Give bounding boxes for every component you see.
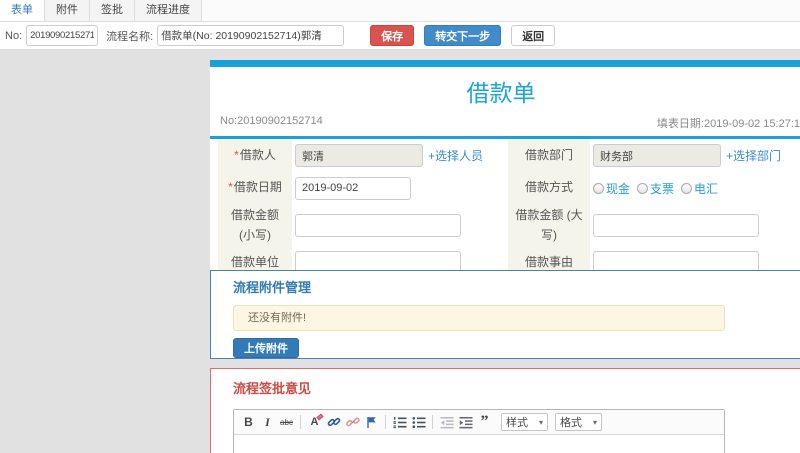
toolbar-separator xyxy=(300,415,301,429)
toolbar-separator xyxy=(432,415,433,429)
anchor-icon[interactable] xyxy=(364,414,379,430)
amount-lower-label: 借款金额 (小写) xyxy=(218,204,292,247)
bold-icon[interactable]: B xyxy=(241,414,256,430)
tab-attachments[interactable]: 附件 xyxy=(45,0,90,21)
content-area: 借款单 No:20190902152714 填表日期:2019-09-02 15… xyxy=(0,50,800,453)
form-no-text: No:20190902152714 xyxy=(220,115,323,127)
unlink-icon[interactable] xyxy=(345,414,360,430)
upload-attachment-button[interactable]: 上传附件 xyxy=(233,338,299,358)
bulleted-list-icon[interactable] xyxy=(411,414,426,430)
department-label: 借款部门 xyxy=(508,139,590,172)
borrower-input[interactable] xyxy=(295,144,423,167)
indent-icon[interactable] xyxy=(458,414,473,430)
form-title: 借款单 xyxy=(466,80,536,106)
editor-content[interactable] xyxy=(234,435,724,453)
loan-date-label: *借款日期 xyxy=(218,172,292,204)
loan-date-input[interactable] xyxy=(295,176,411,200)
numbered-list-icon[interactable] xyxy=(392,414,407,430)
outdent-icon[interactable] xyxy=(439,414,454,430)
tab-form[interactable]: 表单 xyxy=(0,0,45,21)
approval-title: 流程签批意见 xyxy=(233,381,312,396)
chevron-down-icon: ▾ xyxy=(538,417,543,427)
save-button[interactable]: 保存 xyxy=(370,25,415,46)
blockquote-icon[interactable]: ” xyxy=(477,414,492,430)
select-person-link[interactable]: +选择人员 xyxy=(428,147,483,164)
required-mark: * xyxy=(228,180,233,195)
remove-format-icon[interactable]: A xyxy=(307,413,324,430)
department-input[interactable] xyxy=(593,144,721,167)
loan-form-panel: 借款单 No:20190902152714 填表日期:2019-09-02 15… xyxy=(210,60,800,281)
loan-form-table: *借款人 +选择人员 借款部门 +选择部门 *借款日期 借款 xyxy=(218,139,800,278)
amount-lower-input[interactable] xyxy=(295,214,461,237)
next-step-button[interactable]: 转交下一步 xyxy=(424,25,502,46)
no-input[interactable] xyxy=(26,25,99,46)
italic-icon[interactable]: I xyxy=(260,414,275,430)
attachments-panel: 流程附件管理 还没有附件! 上传附件 xyxy=(210,270,800,359)
process-name-input[interactable] xyxy=(157,25,345,46)
no-label: No: xyxy=(5,29,23,42)
back-button[interactable]: 返回 xyxy=(511,25,556,46)
editor-toolbar: B I abc A ” 样式 ▾ 格式 ▾ xyxy=(234,410,724,435)
process-name-label: 流程名称: xyxy=(106,30,154,43)
no-attachments-alert: 还没有附件! xyxy=(233,305,725,331)
select-department-link[interactable]: +选择部门 xyxy=(726,147,781,164)
borrower-label: *借款人 xyxy=(218,139,292,172)
style-dropdown[interactable]: 样式 ▾ xyxy=(501,413,548,431)
radio-circle-icon[interactable] xyxy=(637,182,649,194)
link-icon[interactable] xyxy=(326,414,341,430)
form-meta-row: No:20190902152714 填表日期:2019-09-02 15:27:… xyxy=(210,115,800,136)
tab-progress[interactable]: 流程进度 xyxy=(135,0,202,21)
format-dropdown[interactable]: 格式 ▾ xyxy=(555,413,602,431)
approval-panel: 流程签批意见 B I abc A ” 样式 ▾ 格式 ▾ xyxy=(210,368,800,453)
amount-upper-label: 借款金额 (大写) xyxy=(508,204,590,247)
loan-method-radios: 现金 支票 电汇 xyxy=(593,180,718,197)
radio-cash[interactable]: 现金 xyxy=(593,180,630,197)
amount-upper-input[interactable] xyxy=(593,214,759,237)
panel-top-strip xyxy=(210,60,800,67)
loan-form-page: 表单 附件 签批 流程进度 No: 流程名称: 保存 转交下一步 返回 借款单 … xyxy=(0,0,800,453)
tab-approval[interactable]: 签批 xyxy=(90,0,135,21)
action-toolbar: No: 流程名称: 保存 转交下一步 返回 xyxy=(0,22,800,50)
form-date-text: 填表日期:2019-09-02 15:27:1 xyxy=(656,118,800,130)
attachments-title: 流程附件管理 xyxy=(233,280,312,295)
radio-wire[interactable]: 电汇 xyxy=(681,180,718,197)
radio-circle-icon[interactable] xyxy=(593,182,604,194)
radio-circle-icon[interactable] xyxy=(681,182,693,194)
tab-bar: 表单 附件 签批 流程进度 xyxy=(0,0,800,22)
radio-cheque[interactable]: 支票 xyxy=(637,180,674,197)
format-dropdown-label: 格式 xyxy=(560,417,582,429)
required-mark: * xyxy=(234,147,239,162)
chevron-down-icon: ▾ xyxy=(592,417,597,427)
loan-method-label: 借款方式 xyxy=(508,172,590,204)
strikethrough-icon[interactable]: abc xyxy=(279,414,294,430)
rich-text-editor: B I abc A ” 样式 ▾ 格式 ▾ xyxy=(233,409,725,453)
toolbar-separator xyxy=(385,415,386,429)
style-dropdown-label: 样式 xyxy=(506,417,528,429)
